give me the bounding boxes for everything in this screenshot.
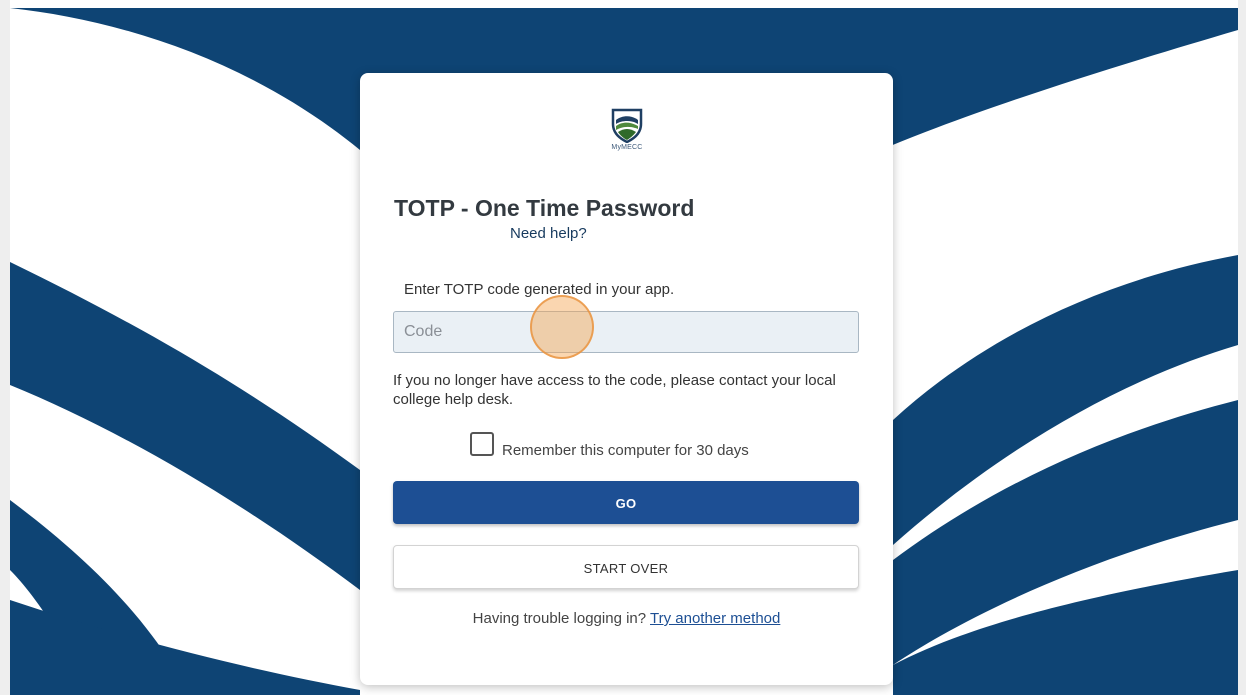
trouble-row: Having trouble logging in? Try another m… <box>360 610 893 627</box>
college-logo: MyMECC <box>600 107 654 161</box>
logo-text: MyMECC <box>611 144 643 151</box>
login-page: MyMECC TOTP - One Time Password Need hel… <box>0 0 1246 695</box>
remember-checkbox[interactable] <box>470 432 494 456</box>
page-title: TOTP - One Time Password <box>394 195 695 221</box>
code-input[interactable] <box>393 311 859 353</box>
start-over-button[interactable]: START OVER <box>393 545 859 589</box>
trouble-text: Having trouble logging in? <box>472 610 647 627</box>
need-help-link[interactable]: Need help? <box>510 225 587 242</box>
try-another-method-link[interactable]: Try another method <box>650 610 780 627</box>
code-instruction: Enter TOTP code generated in your app. <box>404 281 675 298</box>
login-card: MyMECC TOTP - One Time Password Need hel… <box>360 73 893 685</box>
remember-label: Remember this computer for 30 days <box>502 441 749 459</box>
access-note: If you no longer have access to the code… <box>393 372 836 408</box>
go-button[interactable]: GO <box>393 481 859 524</box>
remember-computer-option[interactable]: Remember this computer for 30 days <box>470 430 749 459</box>
shield-landscape-icon <box>611 108 643 143</box>
